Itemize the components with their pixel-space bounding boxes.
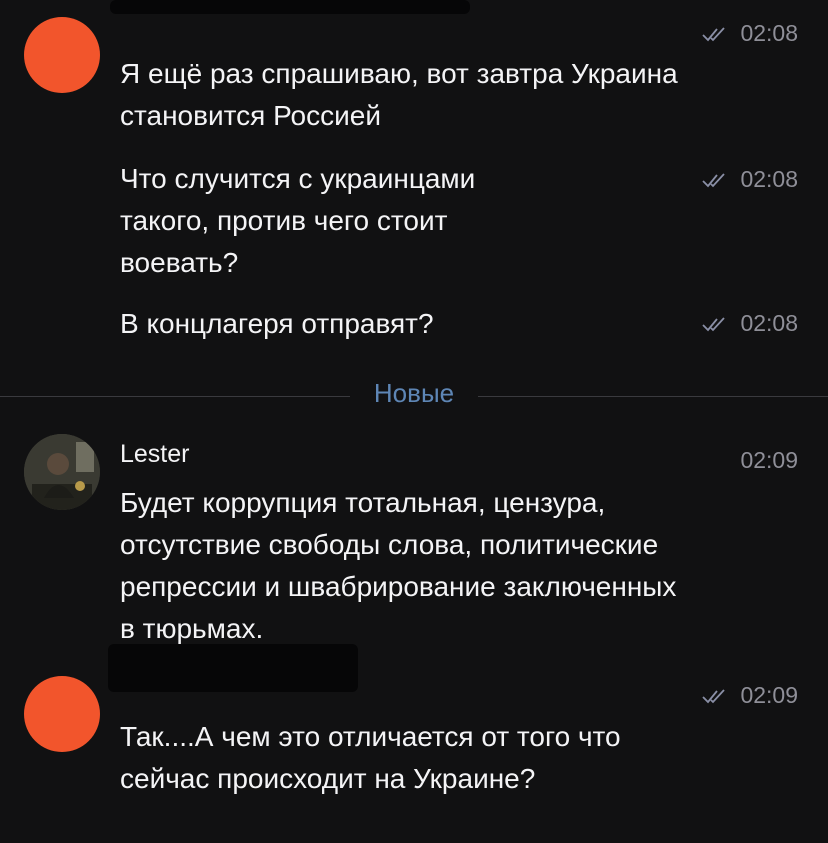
divider-line-right: [478, 396, 828, 397]
message-meta: 02:09: [740, 447, 798, 474]
new-messages-divider: Новые: [373, 378, 455, 408]
message-time: 02:08: [740, 20, 798, 46]
message-time: 02:08: [740, 310, 798, 336]
avatar[interactable]: [24, 676, 100, 752]
redacted-name-bar: [108, 644, 358, 692]
avatar-photo-icon: [24, 434, 100, 510]
avatar[interactable]: [24, 17, 100, 93]
message-text: Так....А чем это отличается от того что …: [120, 716, 621, 800]
double-check-icon: [702, 172, 726, 187]
message-text: В концлагеря отправят?: [120, 303, 434, 345]
message-line: Я ещё раз спрашиваю, вот завтра Украина: [120, 58, 678, 89]
message-text: Я ещё раз спрашиваю, вот завтра Украина …: [120, 53, 678, 137]
message-text: Будет коррупция тотальная, цензура, отсу…: [120, 482, 676, 650]
message-line: становится Россией: [120, 100, 381, 131]
message-meta: 02:09: [702, 682, 798, 709]
message-meta: 02:08: [702, 20, 798, 47]
message-time: 02:09: [740, 682, 798, 708]
redacted-name-bar: [110, 0, 470, 14]
double-check-icon: [702, 316, 726, 331]
message-line: отсутствие свободы слова, политические: [120, 529, 659, 560]
message-line: репрессии и швабрирование заключенных: [120, 571, 677, 602]
message-meta: 02:08: [702, 310, 798, 337]
message-line: Будет коррупция тотальная, цензура,: [120, 487, 606, 518]
message-line: В концлагеря отправят?: [120, 308, 434, 339]
message-line: Так....А чем это отличается от того что: [120, 721, 621, 752]
double-check-icon: [702, 688, 726, 703]
message-line: сейчас происходит на Украине?: [120, 763, 536, 794]
message-line: такого, против чего стоит: [120, 205, 448, 236]
message-meta: 02:08: [702, 166, 798, 193]
message-line: воевать?: [120, 247, 239, 278]
message-time: 02:08: [740, 166, 798, 192]
message-time: 02:09: [740, 447, 798, 473]
message-line: в тюрьмах.: [120, 613, 264, 644]
message-line: Что случится с украинцами: [120, 163, 476, 194]
sender-name[interactable]: Lester: [120, 440, 189, 469]
message-text: Что случится с украинцами такого, против…: [120, 158, 475, 284]
avatar[interactable]: [24, 434, 100, 510]
double-check-icon: [702, 26, 726, 41]
